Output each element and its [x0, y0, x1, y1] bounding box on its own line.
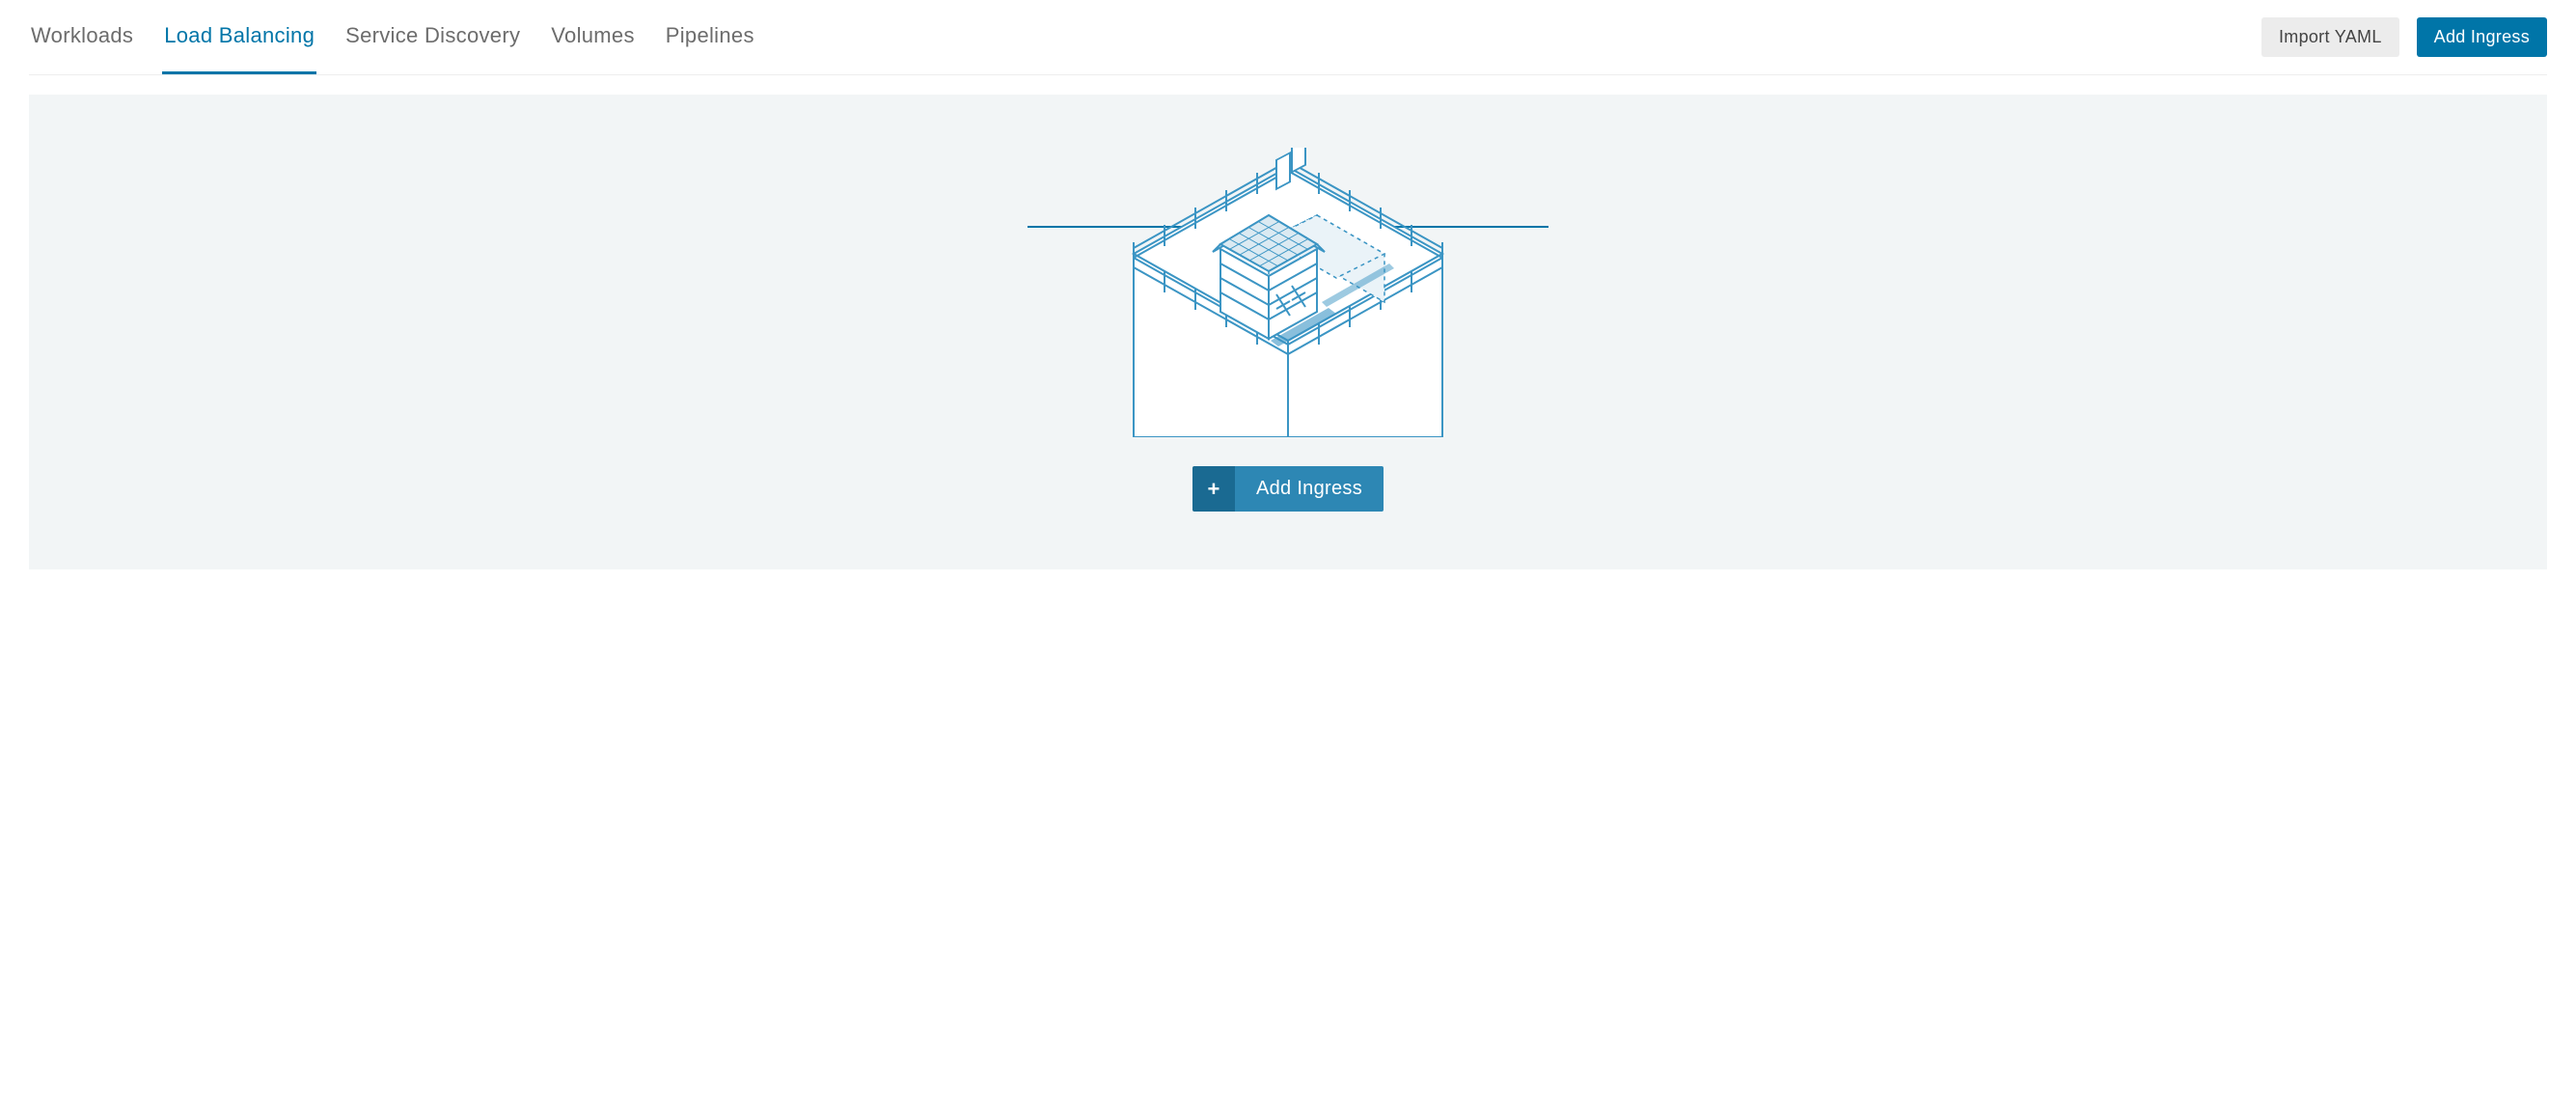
header-actions: Import YAML Add Ingress: [2261, 17, 2547, 57]
import-yaml-button[interactable]: Import YAML: [2261, 17, 2399, 57]
add-ingress-button[interactable]: Add Ingress: [2417, 17, 2547, 57]
plus-icon: +: [1192, 466, 1235, 512]
tab-load-balancing[interactable]: Load Balancing: [162, 0, 316, 74]
tabs-nav: Workloads Load Balancing Service Discove…: [29, 0, 756, 74]
tab-pipelines[interactable]: Pipelines: [664, 0, 756, 74]
empty-state-illustration: [1028, 148, 1548, 437]
tab-workloads[interactable]: Workloads: [29, 0, 135, 74]
add-ingress-empty-button[interactable]: + Add Ingress: [1192, 466, 1384, 512]
empty-state: + Add Ingress: [29, 95, 2547, 569]
header-row: Workloads Load Balancing Service Discove…: [29, 0, 2547, 75]
tab-service-discovery[interactable]: Service Discovery: [343, 0, 522, 74]
add-ingress-empty-label: Add Ingress: [1235, 466, 1384, 512]
tab-volumes[interactable]: Volumes: [549, 0, 636, 74]
